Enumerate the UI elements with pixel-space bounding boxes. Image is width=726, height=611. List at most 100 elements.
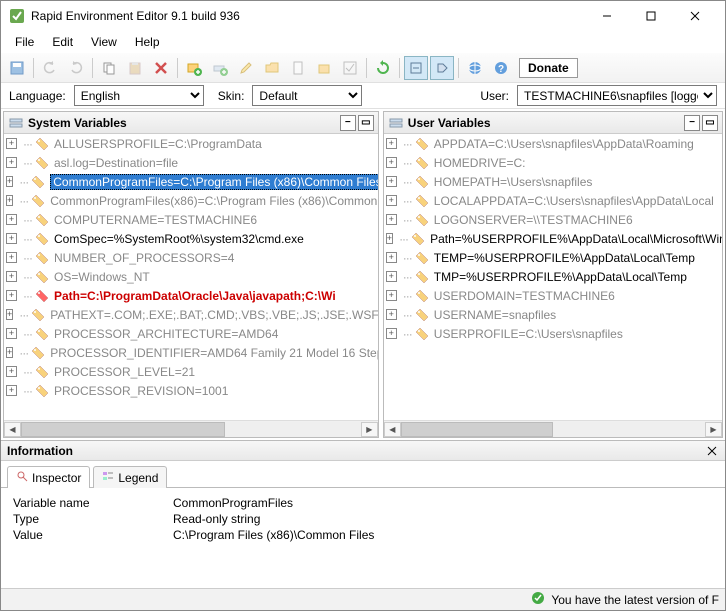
expand-icon[interactable]: + bbox=[6, 233, 17, 244]
redo-icon[interactable] bbox=[64, 56, 88, 80]
tree-row[interactable]: +···asl.log=Destination=file bbox=[4, 153, 378, 172]
tree-row[interactable]: +···TEMP=%USERPROFILE%\AppData\Local\Tem… bbox=[384, 248, 722, 267]
tree-row[interactable]: +···PATHEXT=.COM;.EXE;.BAT;.CMD;.VBS;.VB… bbox=[4, 305, 378, 324]
delete-icon[interactable] bbox=[149, 56, 173, 80]
expand-icon[interactable]: + bbox=[6, 157, 17, 168]
info-key-value: Value bbox=[13, 528, 173, 542]
tree-row[interactable]: +···Path=%USERPROFILE%\AppData\Local\Mic… bbox=[384, 229, 722, 248]
tab-inspector[interactable]: Inspector bbox=[7, 466, 90, 488]
scroll-thumb[interactable] bbox=[401, 422, 553, 437]
expand-icon[interactable]: + bbox=[386, 138, 397, 149]
expand-icon[interactable]: + bbox=[6, 195, 13, 206]
hscrollbar[interactable]: ◀ ▶ bbox=[4, 420, 378, 437]
expand-icon[interactable]: + bbox=[6, 309, 13, 320]
tree-row[interactable]: +···HOMEPATH=\Users\snapfiles bbox=[384, 172, 722, 191]
tree-row[interactable]: +···HOMEDRIVE=C: bbox=[384, 153, 722, 172]
insert-dir-icon[interactable] bbox=[312, 56, 336, 80]
check-icon[interactable] bbox=[338, 56, 362, 80]
expand-icon[interactable]: + bbox=[386, 252, 397, 263]
language-select[interactable]: English bbox=[74, 85, 204, 106]
scroll-track[interactable] bbox=[21, 422, 361, 437]
scroll-thumb[interactable] bbox=[21, 422, 225, 437]
tree-row[interactable]: +···USERDOMAIN=TESTMACHINE6 bbox=[384, 286, 722, 305]
expand-icon[interactable]: + bbox=[6, 290, 17, 301]
expand-icon[interactable]: + bbox=[386, 290, 397, 301]
home-icon[interactable] bbox=[463, 56, 487, 80]
edit-icon[interactable] bbox=[234, 56, 258, 80]
skin-select[interactable]: Default bbox=[252, 85, 362, 106]
expand-icon[interactable]: + bbox=[386, 233, 393, 244]
hscrollbar[interactable]: ◀ ▶ bbox=[384, 420, 722, 437]
expand-icon[interactable]: + bbox=[386, 157, 397, 168]
paste-icon[interactable] bbox=[123, 56, 147, 80]
menu-view[interactable]: View bbox=[83, 33, 125, 51]
expand-pane-button[interactable]: ▭ bbox=[702, 115, 718, 131]
help-icon[interactable]: ? bbox=[489, 56, 513, 80]
tag-toggle-icon[interactable] bbox=[430, 56, 454, 80]
tree-row[interactable]: +···LOCALAPPDATA=C:\Users\snapfiles\AppD… bbox=[384, 191, 722, 210]
vars-icon bbox=[8, 115, 24, 131]
expand-icon[interactable]: + bbox=[386, 309, 397, 320]
expand-pane-button[interactable]: ▭ bbox=[358, 115, 374, 131]
add-var-icon[interactable] bbox=[182, 56, 206, 80]
donate-button[interactable]: Donate bbox=[519, 58, 578, 78]
copy-icon[interactable] bbox=[97, 56, 121, 80]
expand-icon[interactable]: + bbox=[386, 195, 397, 206]
scroll-right-icon[interactable]: ▶ bbox=[705, 422, 722, 437]
tree-row[interactable]: +···USERPROFILE=C:\Users\snapfiles bbox=[384, 324, 722, 343]
scroll-left-icon[interactable]: ◀ bbox=[4, 422, 21, 437]
user-select[interactable]: TESTMACHINE6\snapfiles [logge bbox=[517, 85, 717, 106]
expand-icon[interactable] bbox=[404, 56, 428, 80]
tree-row[interactable]: +···LOGONSERVER=\\TESTMACHINE6 bbox=[384, 210, 722, 229]
info-close-button[interactable] bbox=[705, 444, 719, 458]
tree-row[interactable]: +···PROCESSOR_LEVEL=21 bbox=[4, 362, 378, 381]
refresh-icon[interactable] bbox=[371, 56, 395, 80]
expand-icon[interactable]: + bbox=[386, 271, 397, 282]
expand-icon[interactable]: + bbox=[6, 138, 17, 149]
tree-row[interactable]: +···PROCESSOR_IDENTIFIER=AMD64 Family 21… bbox=[4, 343, 378, 362]
tree-row[interactable]: +···ComSpec=%SystemRoot%\system32\cmd.ex… bbox=[4, 229, 378, 248]
folder-icon[interactable] bbox=[260, 56, 284, 80]
tree-row[interactable]: +···OS=Windows_NT bbox=[4, 267, 378, 286]
user-vars-tree[interactable]: +···APPDATA=C:\Users\snapfiles\AppData\R… bbox=[384, 134, 722, 420]
expand-icon[interactable]: + bbox=[6, 328, 17, 339]
tree-row[interactable]: +···USERNAME=snapfiles bbox=[384, 305, 722, 324]
menu-help[interactable]: Help bbox=[127, 33, 168, 51]
tree-row[interactable]: +···PROCESSOR_REVISION=1001 bbox=[4, 381, 378, 400]
expand-icon[interactable]: + bbox=[6, 347, 13, 358]
expand-icon[interactable]: + bbox=[386, 328, 397, 339]
tree-row[interactable]: +···NUMBER_OF_PROCESSORS=4 bbox=[4, 248, 378, 267]
minimize-button[interactable] bbox=[585, 1, 629, 31]
close-button[interactable] bbox=[673, 1, 717, 31]
collapse-pane-button[interactable]: − bbox=[340, 115, 356, 131]
expand-icon[interactable]: + bbox=[6, 271, 17, 282]
system-vars-tree[interactable]: +···ALLUSERSPROFILE=C:\ProgramData+···as… bbox=[4, 134, 378, 420]
expand-icon[interactable]: + bbox=[6, 176, 13, 187]
tree-row[interactable]: +···CommonProgramFiles=C:\Program Files … bbox=[4, 172, 378, 191]
scroll-track[interactable] bbox=[401, 422, 705, 437]
tab-legend[interactable]: Legend bbox=[93, 466, 167, 488]
tree-row[interactable]: +···Path=C:\ProgramData\Oracle\Java\java… bbox=[4, 286, 378, 305]
scroll-right-icon[interactable]: ▶ bbox=[361, 422, 378, 437]
expand-icon[interactable]: + bbox=[6, 214, 17, 225]
add-value-icon[interactable] bbox=[208, 56, 232, 80]
tree-row[interactable]: +···APPDATA=C:\Users\snapfiles\AppData\R… bbox=[384, 134, 722, 153]
insert-file-icon[interactable] bbox=[286, 56, 310, 80]
expand-icon[interactable]: + bbox=[6, 385, 17, 396]
tree-row[interactable]: +···CommonProgramFiles(x86)=C:\Program F… bbox=[4, 191, 378, 210]
tree-row[interactable]: +···PROCESSOR_ARCHITECTURE=AMD64 bbox=[4, 324, 378, 343]
expand-icon[interactable]: + bbox=[386, 176, 397, 187]
expand-icon[interactable]: + bbox=[6, 252, 17, 263]
menu-file[interactable]: File bbox=[7, 33, 42, 51]
tree-row[interactable]: +···ALLUSERSPROFILE=C:\ProgramData bbox=[4, 134, 378, 153]
scroll-left-icon[interactable]: ◀ bbox=[384, 422, 401, 437]
menu-edit[interactable]: Edit bbox=[44, 33, 81, 51]
maximize-button[interactable] bbox=[629, 1, 673, 31]
undo-icon[interactable] bbox=[38, 56, 62, 80]
expand-icon[interactable]: + bbox=[386, 214, 397, 225]
save-icon[interactable] bbox=[5, 56, 29, 80]
collapse-pane-button[interactable]: − bbox=[684, 115, 700, 131]
tree-row[interactable]: +···COMPUTERNAME=TESTMACHINE6 bbox=[4, 210, 378, 229]
expand-icon[interactable]: + bbox=[6, 366, 17, 377]
tree-row[interactable]: +···TMP=%USERPROFILE%\AppData\Local\Temp bbox=[384, 267, 722, 286]
